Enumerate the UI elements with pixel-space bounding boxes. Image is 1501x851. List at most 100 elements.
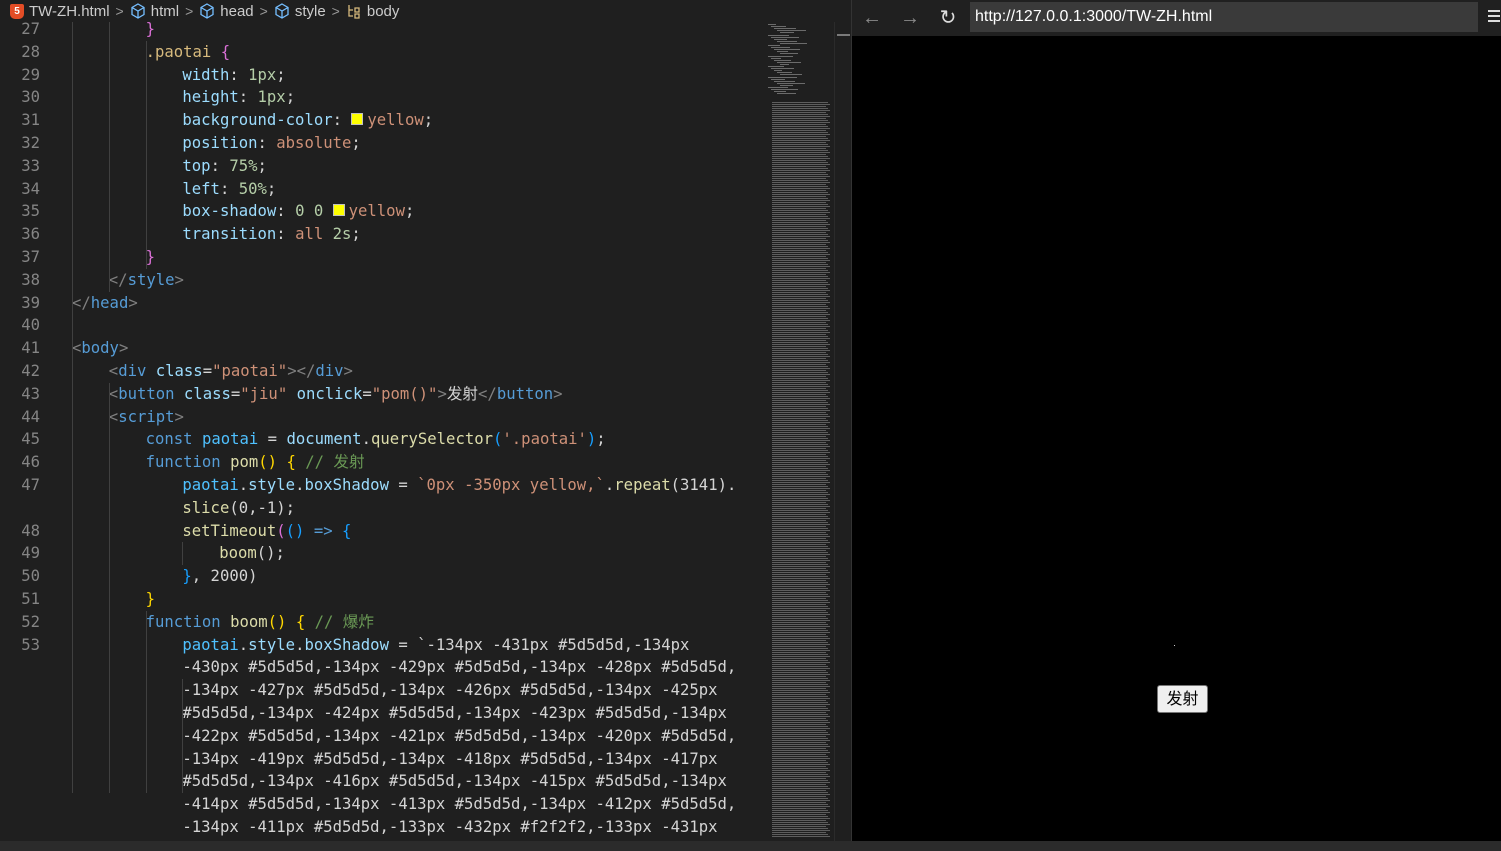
indent-guide <box>108 177 110 201</box>
code-line[interactable]: 29 width: 1px; <box>0 64 762 87</box>
breadcrumb-html[interactable]: html <box>130 3 179 20</box>
hamburger-menu-icon[interactable] <box>1488 10 1500 25</box>
code-line[interactable]: 49 boom(); <box>0 542 762 565</box>
code-line[interactable]: 30 height: 1px; <box>0 86 762 109</box>
code-line[interactable]: -414px #5d5d5d,-134px -413px #5d5d5d,-13… <box>0 793 762 816</box>
minimap-line <box>772 548 830 549</box>
code-line[interactable]: 53 paotai.style.boxShadow = `-134px -431p… <box>0 634 762 657</box>
indent-guide <box>108 132 110 155</box>
code-line[interactable]: 39 </head> <box>0 292 762 315</box>
minimap-line <box>772 558 828 559</box>
minimap-line <box>772 720 828 721</box>
minimap-line <box>772 250 826 251</box>
code-line[interactable]: 44 <script> <box>0 406 762 429</box>
minimap-line <box>772 302 830 303</box>
code-token: = <box>230 384 241 403</box>
minimap-line <box>772 754 826 755</box>
minimap-line <box>772 778 826 779</box>
minimap-line <box>772 374 830 375</box>
code-line[interactable]: 40 <box>0 314 762 337</box>
code-line[interactable]: 46 function pom() { // 发射 <box>0 451 762 474</box>
breadcrumb-file[interactable]: 5 TW-ZH.html <box>10 3 110 20</box>
minimap-line <box>772 804 828 805</box>
minimap-line <box>772 730 826 731</box>
minimap-line <box>772 330 828 331</box>
code-line[interactable]: slice(0,-1); <box>0 497 762 520</box>
minimap-line <box>772 166 826 167</box>
color-swatch[interactable] <box>332 203 345 216</box>
minimap-line <box>772 194 830 195</box>
code-line[interactable]: 31 background-color: yellow; <box>0 109 762 132</box>
browser-toolbar: ← → ↻ http://127.0.0.1:3000/TW-ZH.html <box>852 0 1501 36</box>
code-line[interactable]: 27} <box>0 22 762 41</box>
code-line[interactable]: 50}, 2000) <box>0 565 762 588</box>
code-line[interactable]: 42 <div class="paotai"></div> <box>0 360 762 383</box>
minimap-line <box>772 530 830 531</box>
code-line[interactable]: 48 setTimeout(() => { <box>0 520 762 543</box>
code-line[interactable]: 28 .paotai { <box>0 41 762 64</box>
code-line[interactable]: -422px #5d5d5d,-134px -421px #5d5d5d,-13… <box>0 725 762 748</box>
code-line[interactable]: 34 left: 50%; <box>0 178 762 201</box>
minimap-line <box>772 640 826 641</box>
code-line[interactable]: 52 function boom() { // 爆炸 <box>0 611 762 634</box>
code-line[interactable]: #5d5d5d,-134px -416px #5d5d5d,-134px -41… <box>0 770 762 793</box>
minimap-line <box>772 458 830 459</box>
breadcrumb-style[interactable]: style <box>274 3 326 20</box>
minimap-line <box>772 810 828 811</box>
code-line[interactable]: 37} <box>0 246 762 269</box>
editor-scrollbar[interactable] <box>834 22 851 851</box>
code-line[interactable]: -134px -427px #5d5d5d,-134px -426px #5d5… <box>0 679 762 702</box>
code-line[interactable]: -134px -419px #5d5d5d,-134px -418px #5d5… <box>0 748 762 771</box>
minimap-line <box>772 448 826 449</box>
code-line[interactable]: 45 const paotai = document.querySelector(… <box>0 428 762 451</box>
forward-arrow-icon[interactable]: → <box>896 4 924 32</box>
code-text: box-shadow: 0 0 yellow; <box>182 200 414 223</box>
minimap-line <box>772 174 828 175</box>
url-input[interactable]: http://127.0.0.1:3000/TW-ZH.html <box>970 2 1478 32</box>
code-line[interactable]: 38 </style> <box>0 269 762 292</box>
breadcrumb-head[interactable]: head <box>199 3 254 20</box>
code-token: } <box>145 22 155 38</box>
minimap-line <box>772 322 826 323</box>
code-line[interactable]: 51} <box>0 588 762 611</box>
back-arrow-icon[interactable]: ← <box>858 4 886 32</box>
fire-button[interactable]: 发射 <box>1157 685 1208 713</box>
minimap-line <box>772 320 830 321</box>
minimap-line <box>772 700 826 701</box>
minimap-line <box>772 608 830 609</box>
code-line[interactable]: 35 box-shadow: 0 0 yellow; <box>0 200 762 223</box>
minimap-line <box>772 570 828 571</box>
code-line[interactable]: 33 top: 75%; <box>0 155 762 178</box>
minimap-line <box>772 460 826 461</box>
code-editor[interactable]: 5 TW-ZH.html > html > head > style > bod… <box>0 0 851 851</box>
element-tree-icon <box>348 5 360 19</box>
code-text: </head> <box>72 292 138 315</box>
minimap-line <box>772 552 828 553</box>
minimap-line <box>772 470 830 471</box>
code-line[interactable]: 47 paotai.style.boxShadow = `0px -350px y… <box>0 474 762 497</box>
minimap-line <box>772 306 828 307</box>
reload-icon[interactable]: ↻ <box>934 4 962 32</box>
code-token: 0 0 <box>295 202 333 221</box>
code-line[interactable]: 43 <button class="jiu" onclick="pom()">发射… <box>0 383 762 406</box>
code-line[interactable]: 41 <body> <box>0 337 762 360</box>
color-swatch[interactable] <box>351 112 364 125</box>
code-line[interactable]: #5d5d5d,-134px -424px #5d5d5d,-134px -42… <box>0 702 762 725</box>
minimap-line <box>772 750 828 751</box>
minimap-line <box>772 102 828 103</box>
minimap-line <box>772 316 826 317</box>
code-line[interactable]: -134px -411px #5d5d5d,-133px -432px #f2f… <box>0 816 762 839</box>
code-line[interactable]: 36 transition: all 2s; <box>0 223 762 246</box>
code-area[interactable]: 27} 28 .paotai {29 width: 1px; 30 height: 1px… <box>0 22 762 851</box>
code-token: : <box>276 202 296 221</box>
html5-file-icon: 5 <box>10 3 24 19</box>
minimap-line <box>772 156 828 157</box>
minimap[interactable] <box>762 22 834 851</box>
scrollbar-thumb[interactable] <box>837 34 850 36</box>
code-line[interactable]: 32 position: absolute; <box>0 132 762 155</box>
code-token: ; <box>285 88 296 107</box>
minimap-line <box>772 200 830 201</box>
breadcrumb-body[interactable]: body <box>346 3 399 20</box>
code-line[interactable]: -430px #5d5d5d,-134px -429px #5d5d5d,-13… <box>0 656 762 679</box>
